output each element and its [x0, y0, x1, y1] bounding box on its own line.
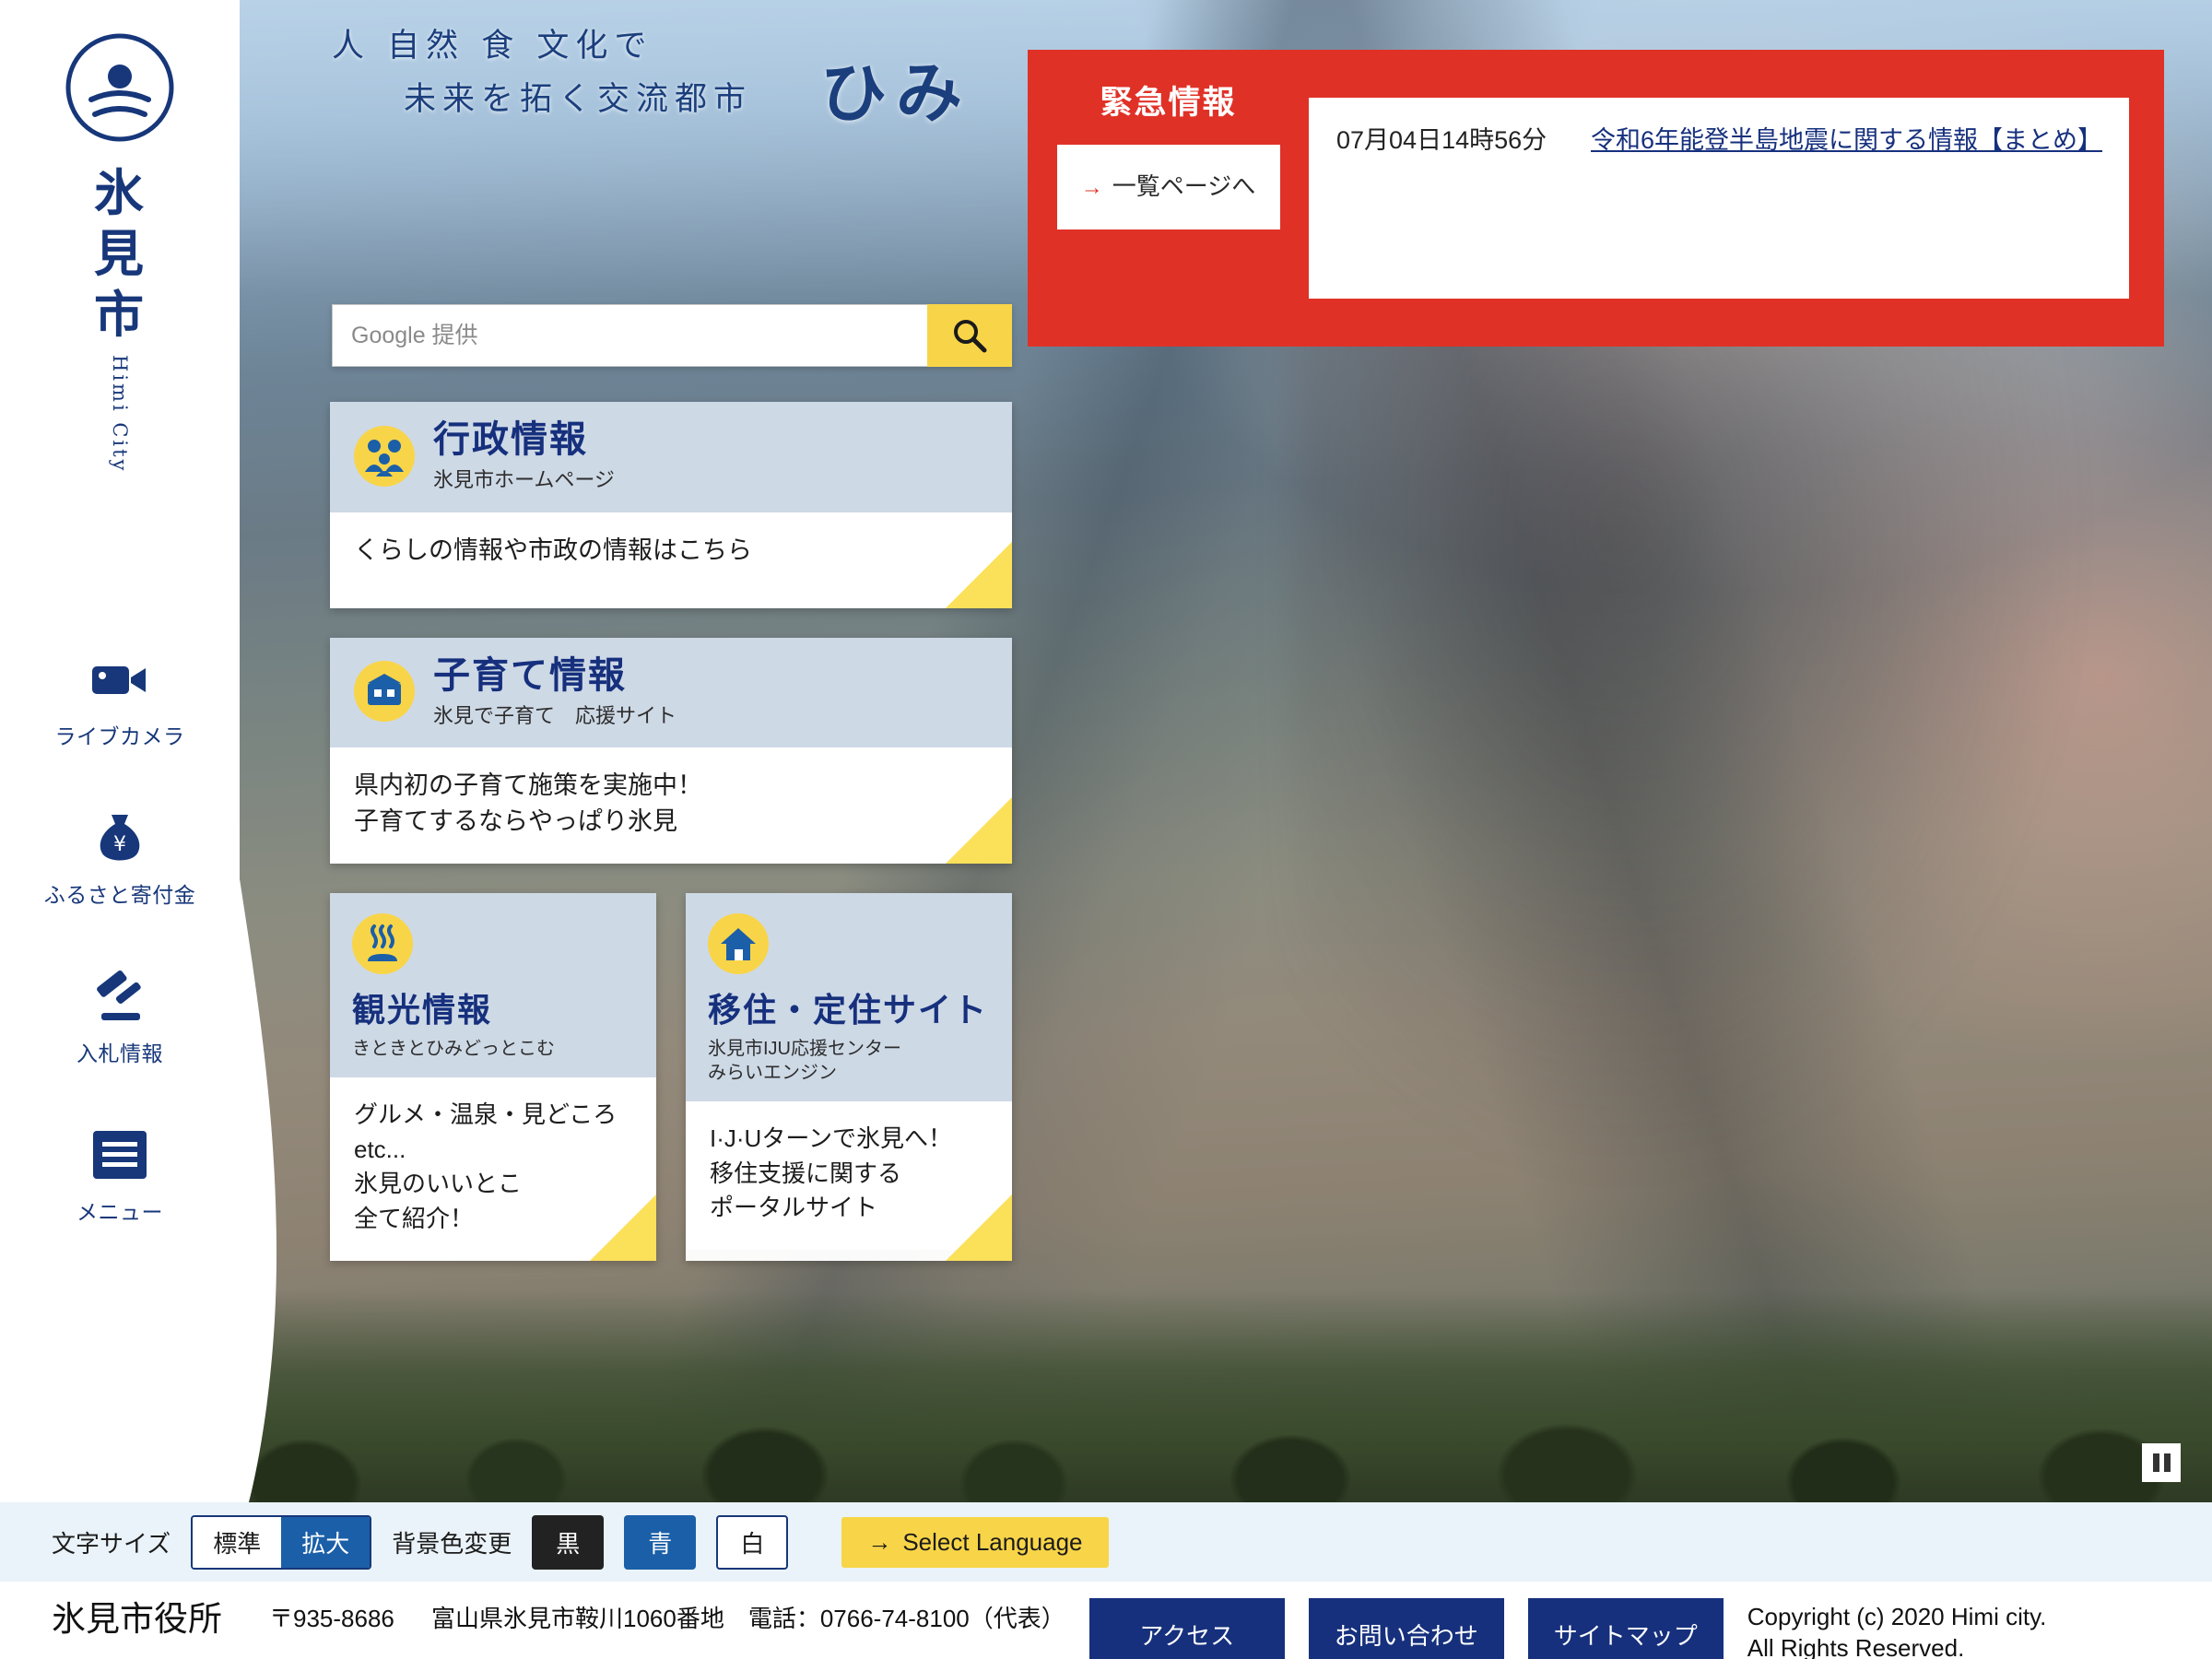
card-corner-accent: [946, 1194, 1012, 1261]
card-administrative-info-title: 行政情報: [433, 418, 588, 461]
bg-color-blue-button[interactable]: 青: [624, 1514, 697, 1570]
quick-link-cards: 行政情報 氷見市ホームページ くらしの情報や市政の情報はこちら 子育て情報 氷見…: [330, 402, 1012, 1261]
emergency-banner: 緊急情報 → 一覧ページへ 07月04日14時56分 令和6年能登半島地震に関す…: [1028, 50, 2164, 347]
card-administrative-info-header: 行政情報 氷見市ホームページ: [330, 402, 1012, 512]
pause-icon: [2152, 1453, 2159, 1472]
card-childcare-info-title: 子育て情報: [433, 653, 627, 697]
house-home-icon: [708, 913, 769, 975]
arrow-right-icon: →: [1080, 174, 1103, 200]
emergency-list-button[interactable]: → 一覧ページへ: [1056, 145, 1280, 230]
bg-color-label: 背景色変更: [392, 1529, 512, 1558]
select-language-button[interactable]: → Select Language: [841, 1516, 1109, 1568]
hero-mountain-shadow: [1290, 221, 2120, 1235]
emergency-entry-time: 07月04日14時56分: [1336, 126, 1547, 154]
font-size-switch: 標準 拡大: [191, 1514, 372, 1570]
emergency-title: 緊急情報: [1100, 85, 1237, 121]
emergency-list-button-label: 一覧ページへ: [1112, 172, 1256, 201]
card-childcare-info[interactable]: 子育て情報 氷見で子育て 応援サイト 県内初の子育て施策を実施中！ 子育てするな…: [330, 637, 1012, 865]
footer-office-name: 氷見市役所: [52, 1600, 222, 1638]
money-bag-icon: ¥: [0, 804, 240, 872]
footer-address: 富山県氷見市鞍川1060番地: [431, 1605, 724, 1632]
sidebar-item-live-camera-label: ライブカメラ: [54, 724, 185, 748]
hamburger-menu-icon: [0, 1121, 240, 1189]
footer-zip: 〒935-8686: [269, 1605, 394, 1632]
card-tourism-info-title: 観光情報: [352, 991, 493, 1030]
logo-kanji-2: 見: [94, 223, 146, 283]
emergency-entry-link[interactable]: 令和6年能登半島地震に関する情報【まとめ】: [1591, 122, 2102, 275]
hero-catchcopy-line2: 未来を拓く交流都市: [404, 80, 753, 118]
logo-english-text: Himi City: [109, 354, 131, 474]
logo-kanji-1: 氷: [94, 163, 146, 222]
hero-treeline: [0, 1290, 2212, 1502]
card-childcare-info-header: 子育て情報 氷見で子育て 応援サイト: [330, 637, 1012, 748]
child-building-icon: [354, 661, 415, 723]
card-tourism-info-subtitle: きときとひみどっとこむ: [352, 1038, 555, 1059]
search-button[interactable]: [927, 304, 1012, 367]
video-camera-icon: [0, 645, 240, 713]
emergency-left: 緊急情報 → 一覧ページへ: [1028, 50, 1309, 230]
sidebar-nav: ライブカメラ ¥ ふるさと寄付金 入札情報 メニュー: [0, 645, 240, 1279]
search-bar: [332, 304, 1012, 367]
card-migration-settlement-subtitle: 氷見市IJU応援センター みらいエンジン: [708, 1038, 901, 1083]
sidebar-item-bidding-info[interactable]: 入札情報: [0, 962, 240, 1067]
card-corner-accent: [590, 1194, 656, 1261]
footer-copyright: Copyright (c) 2020 Himi city. All Rights…: [1747, 1603, 2047, 1659]
site-logo[interactable]: 氷 見 市 Himi City: [0, 33, 240, 477]
sidebar-item-bidding-info-label: 入札情報: [76, 1041, 163, 1065]
arrow-right-icon: →: [867, 1527, 892, 1556]
select-language-label: Select Language: [902, 1527, 1083, 1556]
card-tourism-info[interactable]: 観光情報 きときとひみどっとこむ グルメ・温泉・見どころetc... 氷見のいい…: [330, 893, 656, 1261]
gavel-icon: [0, 962, 240, 1030]
hero-catchcopy-line1: 人 自然 食 文化で: [332, 28, 653, 65]
svg-text:¥: ¥: [113, 833, 126, 856]
hero-catchcopy: 人 自然 食 文化で 未来を拓く交流都市: [332, 20, 752, 127]
page-footer: 氷見市役所 〒935-8686 富山県氷見市鞍川1060番地 電話：0766-7…: [0, 1582, 2212, 1659]
card-migration-settlement-title: 移住・定住サイト: [708, 991, 989, 1030]
search-input[interactable]: [332, 304, 927, 367]
accessibility-toolbar: 文字サイズ 標準 拡大 背景色変更 黒 青 白 → Select Languag…: [0, 1502, 2212, 1582]
card-row-bottom: 観光情報 きときとひみどっとこむ グルメ・温泉・見どころetc... 氷見のいい…: [330, 893, 1012, 1261]
footer-telephone: 電話：0766-74-8100（代表）: [747, 1605, 1065, 1632]
card-administrative-info[interactable]: 行政情報 氷見市ホームページ くらしの情報や市政の情報はこちら: [330, 402, 1012, 608]
card-tourism-info-header: 観光情報 きときとひみどっとこむ: [330, 893, 656, 1077]
pause-icon: [2163, 1453, 2171, 1472]
font-size-large-button[interactable]: 拡大: [281, 1516, 371, 1568]
himi-city-emblem-icon: [65, 33, 174, 142]
logo-kanji-text: 氷 見 市: [0, 163, 240, 346]
card-corner-accent: [946, 541, 1012, 608]
card-administrative-info-subtitle: 氷見市ホームページ: [433, 468, 615, 491]
sidebar-item-furusato-donation[interactable]: ¥ ふるさと寄付金: [0, 804, 240, 909]
card-childcare-info-body: 県内初の子育て施策を実施中！ 子育てするならやっぱり氷見: [330, 747, 1012, 865]
card-corner-accent: [946, 797, 1012, 865]
card-childcare-info-titleblock: 子育て情報 氷見で子育て 応援サイト: [433, 653, 677, 730]
footer-access-button[interactable]: アクセス: [1088, 1598, 1285, 1659]
search-icon: [954, 320, 987, 353]
card-administrative-info-titleblock: 行政情報 氷見市ホームページ: [433, 418, 615, 494]
logo-kanji-3: 市: [94, 284, 146, 344]
sidebar-item-furusato-donation-label: ふるさと寄付金: [43, 883, 196, 907]
footer-contact-button[interactable]: お問い合わせ: [1308, 1598, 1504, 1659]
onsen-hotspring-icon: [352, 913, 413, 975]
card-childcare-info-subtitle: 氷見で子育て 応援サイト: [433, 703, 677, 727]
emergency-entry-panel: 07月04日14時56分 令和6年能登半島地震に関する情報【まとめ】: [1309, 98, 2129, 299]
font-size-label: 文字サイズ: [52, 1529, 171, 1558]
sidebar-item-menu-label: メニュー: [76, 1200, 163, 1224]
sidebar-item-menu[interactable]: メニュー: [0, 1121, 240, 1226]
bg-color-white-button[interactable]: 白: [716, 1514, 789, 1570]
card-migration-settlement[interactable]: 移住・定住サイト 氷見市IJU応援センター みらいエンジン I·J·Uターンで氷…: [686, 893, 1012, 1261]
font-size-standard-button[interactable]: 標準: [193, 1516, 282, 1568]
sidebar-item-live-camera[interactable]: ライブカメラ: [0, 645, 240, 750]
slideshow-pause-button[interactable]: [2142, 1443, 2181, 1482]
bg-color-black-button[interactable]: 黒: [532, 1514, 605, 1570]
hero-himi-hiragana: ひみ: [820, 53, 972, 132]
footer-sitemap-button[interactable]: サイトマップ: [1527, 1598, 1724, 1659]
card-migration-settlement-header: 移住・定住サイト 氷見市IJU応援センター みらいエンジン: [686, 893, 1012, 1101]
card-administrative-info-body: くらしの情報や市政の情報はこちら: [330, 512, 1012, 608]
family-people-icon: [354, 425, 415, 487]
sidebar: 氷 見 市 Himi City ライブカメラ ¥ ふるさと寄付金 入札情報 メニ…: [0, 0, 240, 1502]
